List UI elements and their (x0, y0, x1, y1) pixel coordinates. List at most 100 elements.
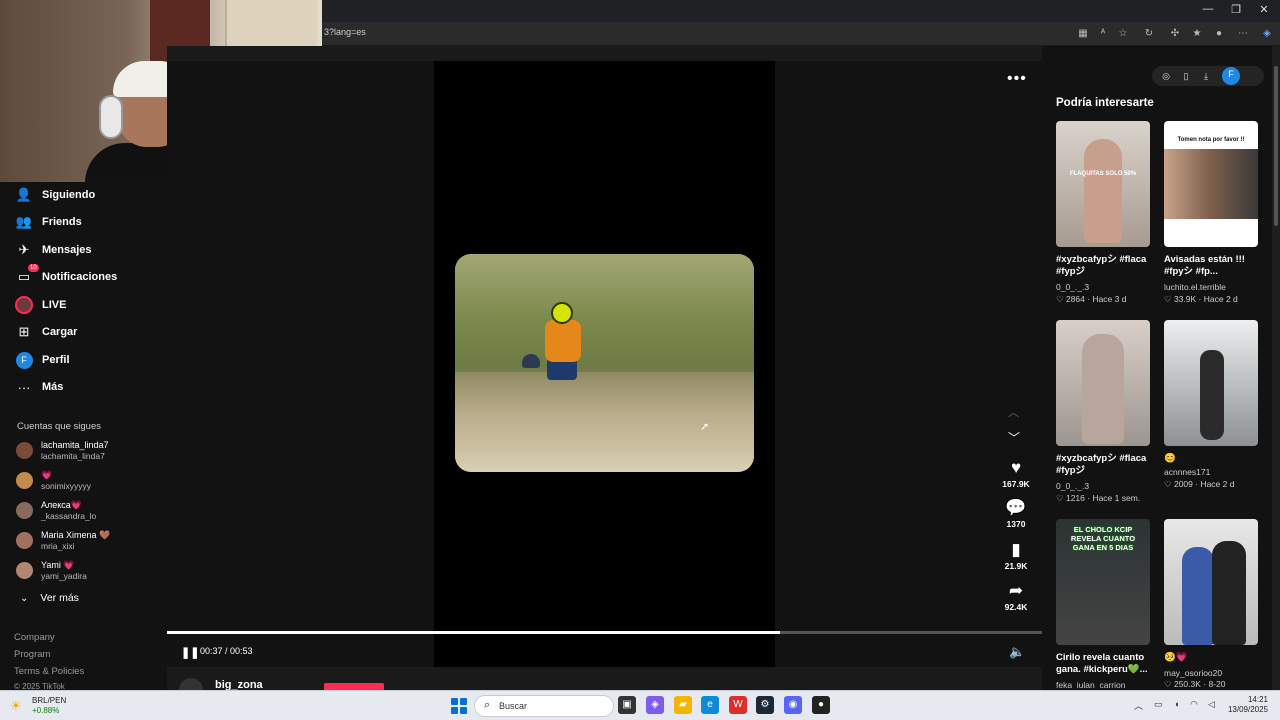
wps-office-icon[interactable]: W (729, 696, 747, 714)
top-right-toolbar: ◎ ▯ ⤓ F (1152, 66, 1264, 86)
heart-icon: ♥ (1010, 458, 1022, 477)
recommendations-panel: ◎ ▯ ⤓ F Podría interesarte FLAQUITAS SOL… (1042, 46, 1272, 690)
card-author: 0_0_._.3 (1056, 282, 1090, 292)
maximize-button[interactable]: ❐ (1226, 3, 1246, 16)
more-icon: ··· (17, 379, 31, 395)
pause-button[interactable]: ❚❚ (181, 646, 199, 659)
favorites-icon[interactable]: ★ (1190, 27, 1204, 41)
video-thumbnail: FLAQUITAS SOLO 50% (1056, 121, 1150, 247)
refresh-icon[interactable]: ↻ (1142, 27, 1156, 41)
menu-icon[interactable]: ⋯ (1236, 27, 1250, 41)
avatar (16, 502, 33, 519)
read-aloud-icon[interactable]: ᴬ (1096, 27, 1110, 41)
sidebar-item-upload[interactable]: ⊞ Cargar (14, 321, 164, 343)
system-clock[interactable]: 14:21 13/09/2025 (1198, 695, 1268, 715)
video-progress-bar[interactable] (167, 631, 1042, 634)
task-view-icon[interactable]: ▣ (618, 696, 636, 714)
battery-icon[interactable]: ▭ (1154, 699, 1163, 710)
footer-link-terms[interactable]: Terms & Policies (14, 666, 84, 677)
volume-icon[interactable]: 🔈 (1009, 644, 1025, 660)
video-helmet-on-ground (522, 354, 540, 368)
sidebar-item-live[interactable]: LIVE (14, 294, 164, 316)
apps-icon[interactable]: ▦ (1076, 27, 1090, 41)
tray-chevron-up-icon[interactable]: ︿ (1134, 699, 1143, 712)
sidebar-item-notifications[interactable]: ▭ 10 Notificaciones (14, 264, 164, 288)
download-icon[interactable]: ⤓ (1199, 69, 1213, 83)
thumbnail-figure (1200, 350, 1224, 440)
video-thumbnail (1164, 320, 1258, 446)
comment-button[interactable]: 💬 1370 (994, 498, 1038, 529)
share-count: 92.4K (1004, 602, 1028, 612)
save-count: 21.9K (1004, 561, 1028, 571)
thumbnail-text: EL CHOLO KCIP REVELA CUANTO GANA EN 5 DI… (1070, 525, 1136, 552)
card-stats: ♡ 2864 · Hace 3 d (1056, 294, 1127, 304)
account-name: Алекса💗 (41, 500, 83, 510)
following-account[interactable]: Yami 💗 yami_yadira (16, 558, 166, 584)
card-caption: #xyzbcafypシ #flaca #fypジ (1056, 453, 1147, 476)
sidebar-item-profile[interactable]: F Perfil (14, 349, 164, 371)
favorite-star-icon[interactable]: ☆ (1116, 27, 1130, 41)
sidebar-item-friends[interactable]: 👥 Friends (14, 211, 164, 233)
footer-link-program[interactable]: Program (14, 649, 50, 660)
card-stats: ♡ 250.3K · 8-20 (1164, 679, 1226, 688)
footer-link-company[interactable]: Company (14, 632, 55, 643)
card-author: acnnnes171 (1164, 467, 1211, 477)
mouse-cursor-icon: ➚ (700, 421, 710, 433)
url-text[interactable]: 3?lang=es (324, 27, 366, 37)
headphone-left (99, 95, 123, 139)
start-button[interactable] (451, 698, 467, 714)
following-account[interactable]: Maria Ximena 🤎 mria_xixi (16, 528, 166, 554)
like-button[interactable]: ♥ 167.9K (994, 458, 1038, 489)
thumbnail-image (1164, 149, 1258, 219)
profile-icon[interactable]: ● (1212, 27, 1226, 41)
save-button[interactable]: ▮ 21.9K (994, 540, 1038, 571)
following-account[interactable]: 💗 sonimixyyyyy (16, 468, 166, 494)
copilot-app-icon[interactable]: ◈ (646, 696, 664, 714)
explore-compass-icon[interactable]: ◎ (1159, 69, 1173, 83)
mic-icon[interactable]: ◖ (1174, 699, 1179, 709)
profile-avatar[interactable]: F (1222, 67, 1240, 85)
copyright-text: © 2025 TikTok (14, 682, 65, 690)
discord-icon[interactable]: ◉ (784, 696, 802, 714)
steam-icon[interactable]: ⚙ (756, 696, 774, 714)
sidebar-item-label: Más (42, 381, 64, 393)
taskbar-search[interactable]: ⌕ Buscar (474, 695, 614, 717)
device-icon[interactable]: ▯ (1179, 69, 1193, 83)
sidebar-item-label: Cargar (42, 326, 78, 338)
previous-video-chevron-up-icon[interactable]: ︿ (1008, 404, 1019, 420)
copilot-icon[interactable]: ◈ (1260, 27, 1274, 41)
following-icon: 👤 (15, 187, 33, 202)
minimize-button[interactable]: — (1198, 3, 1218, 15)
sidebar-item-label: Mensajes (42, 244, 92, 256)
live-icon (14, 295, 34, 315)
close-button[interactable]: ✕ (1254, 3, 1274, 16)
ticker-change: +0.88% (32, 706, 60, 715)
video-frame[interactable] (455, 254, 754, 472)
share-button[interactable]: ➦ 92.4K (994, 581, 1038, 612)
sidebar-item-following[interactable]: 👤 Siguiendo (14, 184, 164, 206)
more-options-button[interactable]: ••• (1007, 70, 1027, 88)
account-name: Maria Ximena 🤎 (41, 530, 111, 540)
file-explorer-icon[interactable]: ▰ (674, 696, 692, 714)
widget-icon: ☀ (10, 698, 22, 713)
page-scrollbar[interactable] (1272, 46, 1280, 690)
wifi-icon[interactable]: ◠ (1190, 699, 1198, 710)
extensions-icon[interactable]: ✣ (1168, 27, 1182, 41)
obs-icon[interactable]: ● (812, 696, 830, 714)
account-name: Yami 💗 (41, 560, 75, 570)
scrollbar-thumb[interactable] (1274, 66, 1278, 226)
see-more-button[interactable]: ⌄ Ver más (20, 592, 79, 604)
edge-browser-icon[interactable]: e (701, 696, 719, 714)
account-handle: lachamita_linda7 (41, 451, 105, 461)
screen: — ❐ ✕ 3?lang=es ▦ ᴬ ☆ ↻ ✣ ★ ● ⋯ ◈ 👤 Sigu… (0, 0, 1280, 720)
currency-widget[interactable]: ☀ BRL/PEN +0.88% (10, 695, 80, 717)
next-video-chevron-down-icon[interactable]: ﹀ (1008, 429, 1020, 446)
card-caption: Cirilo revela cuanto gana. #kickperu💚... (1056, 652, 1148, 675)
following-account[interactable]: Алекса💗 _kassandra_lo (16, 498, 166, 524)
sidebar-item-more[interactable]: ··· Más (14, 376, 164, 398)
sidebar-item-messages[interactable]: ✈ Mensajes (14, 239, 164, 261)
sidebar-item-label: Friends (42, 216, 82, 228)
following-account[interactable]: lachamita_linda7 lachamita_linda7 (16, 438, 166, 464)
card-stats: ♡ 1216 · Hace 1 sem. (1056, 493, 1141, 503)
avatar (16, 472, 33, 489)
